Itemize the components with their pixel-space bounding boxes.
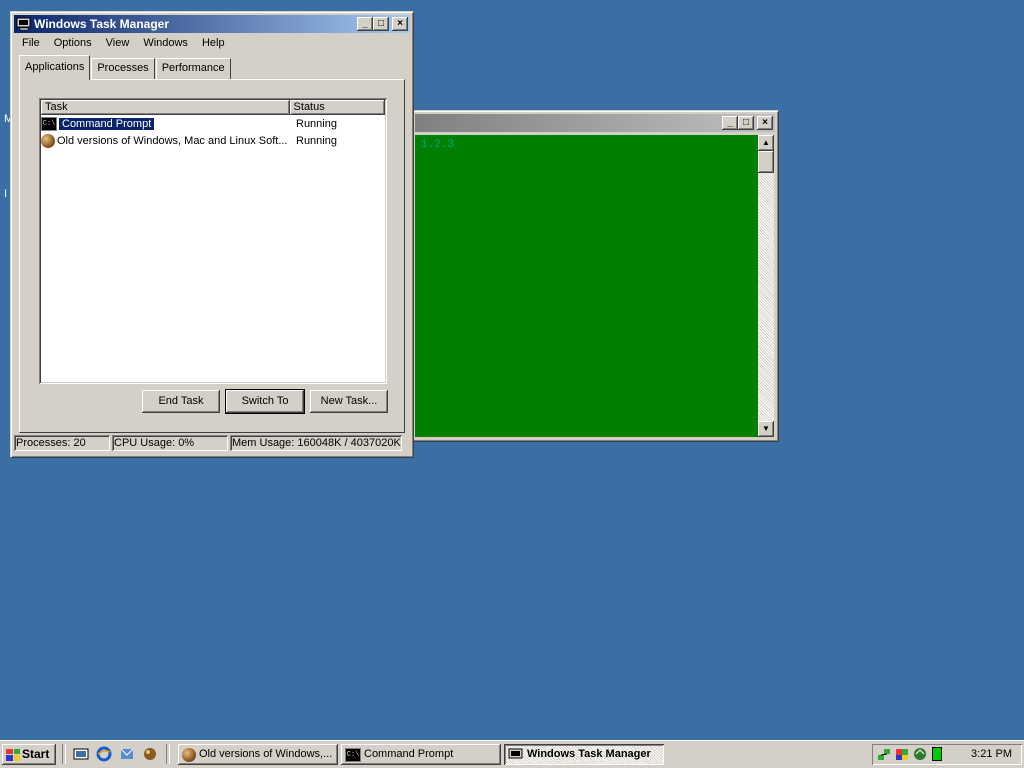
column-status[interactable]: Status (289, 100, 385, 115)
task-manager-window[interactable]: Windows Task Manager _ □ × File Options … (10, 11, 414, 458)
column-task[interactable]: Task (41, 100, 290, 115)
security-icon[interactable] (894, 746, 910, 765)
taskbar-button-label: Old versions of Windows,... (199, 748, 333, 760)
show-desktop-icon[interactable] (73, 746, 89, 762)
taskmanager-icon (508, 748, 524, 762)
status-memory: Mem Usage: 160048K / 4037020K (232, 437, 401, 449)
vertical-scrollbar[interactable]: ▲ ▼ (758, 135, 774, 437)
menu-bar: File Options View Windows Help (15, 35, 232, 53)
new-task-button[interactable]: New Task... (310, 390, 388, 413)
taskbar-button-label: Command Prompt (364, 748, 454, 760)
maximize-button[interactable]: □ (738, 116, 754, 130)
tab-processes[interactable]: Processes (91, 58, 155, 80)
list-header: Task Status (41, 100, 385, 115)
system-tray: 3:21 PM (872, 744, 1022, 765)
menu-windows[interactable]: Windows (136, 35, 195, 53)
minimize-button[interactable]: _ (722, 116, 738, 130)
task-status: Running (296, 135, 337, 147)
close-button[interactable]: × (757, 116, 773, 130)
start-button[interactable]: Start (2, 744, 56, 765)
tab-strip: Applications Processes Performance (19, 55, 232, 80)
taskbar-button-task-manager[interactable]: Windows Task Manager (504, 744, 664, 765)
desktop-icon-label[interactable]: I (4, 188, 7, 200)
taskmanager-icon (16, 17, 32, 31)
list-item[interactable]: Old versions of Windows, Mac and Linux S… (41, 133, 337, 149)
globe-icon (41, 134, 55, 148)
list-item[interactable]: C:\ Command Prompt Running (41, 116, 337, 132)
scroll-down-arrow-icon[interactable]: ▼ (758, 421, 774, 437)
menu-help[interactable]: Help (195, 35, 232, 53)
taskbar-separator (62, 744, 66, 764)
close-button[interactable]: × (392, 17, 408, 31)
window-title: Windows Task Manager (34, 17, 170, 31)
start-label: Start (22, 747, 50, 761)
switch-to-button[interactable]: Switch To (225, 389, 305, 414)
taskbar-button-label: Windows Task Manager (527, 748, 651, 760)
console-text: 1.2.3 (421, 139, 455, 151)
tab-applications[interactable]: Applications (19, 55, 91, 80)
tab-performance[interactable]: Performance (155, 58, 231, 80)
cmd-icon: C:\ (345, 747, 361, 762)
task-manager-titlebar[interactable]: Windows Task Manager _ □ × (14, 15, 410, 33)
scroll-thumb[interactable] (758, 151, 774, 173)
globe-icon[interactable] (142, 746, 158, 762)
outlook-express-icon[interactable] (119, 746, 135, 762)
taskbar-button-command-prompt[interactable]: C:\ Command Prompt (341, 744, 501, 765)
globe-icon (182, 747, 196, 762)
task-name: Old versions of Windows, Mac and Linux S… (57, 135, 288, 147)
end-task-button[interactable]: End Task (142, 390, 220, 413)
cmd-titlebar[interactable]: _ □ × (415, 114, 775, 132)
command-prompt-window[interactable]: _ □ × 1.2.3 ▲ ▼ (411, 110, 779, 442)
task-list[interactable]: Task Status C:\ Command Prompt Running O… (39, 98, 387, 384)
scroll-up-arrow-icon[interactable]: ▲ (758, 135, 774, 151)
task-status: Running (296, 118, 337, 130)
menu-options[interactable]: Options (47, 35, 99, 53)
update-icon[interactable] (912, 746, 928, 765)
clock[interactable]: 3:21 PM (971, 748, 1012, 760)
taskbar: Start Old versions of Windows,... C:\ Co… (0, 740, 1024, 768)
windows-logo-icon (6, 748, 20, 761)
status-processes: Processes: 20 (14, 435, 110, 451)
cpu-meter-icon[interactable] (932, 747, 942, 764)
status-bar: Processes: 20 CPU Usage: 0% Mem Usage: 1… (14, 435, 410, 453)
taskbar-button-browser[interactable]: Old versions of Windows,... (178, 744, 338, 765)
minimize-button[interactable]: _ (357, 17, 373, 31)
internet-explorer-icon[interactable] (96, 746, 112, 762)
applications-panel: Task Status C:\ Command Prompt Running O… (19, 79, 405, 433)
task-name: Command Prompt (57, 117, 156, 131)
menu-file[interactable]: File (15, 35, 47, 53)
maximize-button[interactable]: □ (373, 17, 389, 31)
cmd-icon: C:\ (41, 117, 57, 131)
network-icon[interactable] (876, 746, 892, 765)
menu-view[interactable]: View (99, 35, 137, 53)
taskbar-separator (166, 744, 170, 764)
status-cpu: CPU Usage: 0% (112, 435, 228, 451)
console-area[interactable]: 1.2.3 (415, 135, 758, 437)
